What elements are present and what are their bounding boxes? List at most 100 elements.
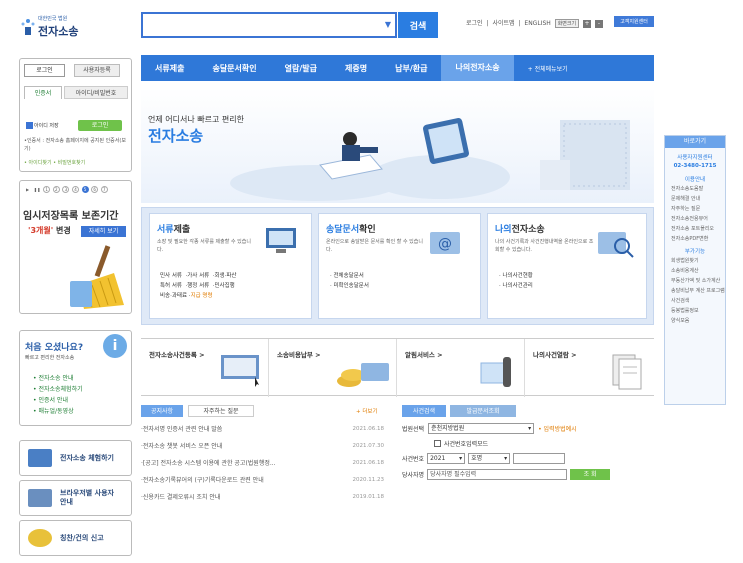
more-link[interactable]: + 더보기 xyxy=(356,407,378,415)
nav-item-my[interactable]: 나의전자소송 xyxy=(441,55,514,81)
nav-item-view[interactable]: 열람/발급 xyxy=(271,63,331,74)
link-cert-guide[interactable]: 인증서 안내 xyxy=(33,395,83,406)
remember-id-checkbox[interactable]: 아이디 저장 xyxy=(26,122,59,129)
alert-service-label: 알림서비스 > xyxy=(405,351,443,359)
case-view-link[interactable]: 나의사건열람 > xyxy=(525,339,654,397)
tab-notice[interactable]: 공지사항 xyxy=(141,405,183,417)
temp-banner-title: 임시저장목록 보존기간 xyxy=(23,211,119,222)
tab-login[interactable]: 로그인 xyxy=(24,64,65,77)
tab-case-search[interactable]: 사건검색 xyxy=(402,405,446,417)
extra-link[interactable]: 사건검색 xyxy=(665,296,725,306)
tab-user-register[interactable]: 사용자등록 xyxy=(74,64,120,77)
trial-button[interactable]: 전자소송 체험하기 xyxy=(19,440,132,476)
input-example-link[interactable]: • 입력방법예시 xyxy=(538,424,577,433)
helpdesk-button[interactable]: 고객지원센터 xyxy=(614,16,654,27)
tab-id-password[interactable]: 아이디/비밀번호 xyxy=(64,86,128,99)
search-button[interactable]: 검색 xyxy=(398,12,438,38)
party-input[interactable]: 당사자명 필수입력 xyxy=(427,468,568,480)
case-type-select[interactable]: 호명 ▾ xyxy=(468,452,511,464)
nav-item-payment[interactable]: 납부/환급 xyxy=(381,63,441,74)
tab-doc-lookup[interactable]: 발급문서조회 xyxy=(450,405,516,417)
browser-guide-button[interactable]: 브라우저별 사용자안내 xyxy=(19,480,132,516)
tab-certificate[interactable]: 인증서 xyxy=(24,86,62,99)
notice-date: 2021.07.30 xyxy=(352,442,385,449)
input-example-label: 입력방법예시 xyxy=(543,425,577,433)
usage-link[interactable]: 자주하는 질문 xyxy=(665,204,725,214)
link-family[interactable]: 가사 서류 xyxy=(187,273,209,279)
login-button[interactable]: 로그인 xyxy=(78,120,122,131)
pager-dot[interactable]: 2 xyxy=(52,186,60,193)
extra-link[interactable]: 등봉법률정보 xyxy=(665,306,725,316)
login-link[interactable]: 로그인 xyxy=(466,20,483,27)
chevron-down-icon[interactable]: ▼ xyxy=(385,20,391,29)
usage-link[interactable]: 전자소송PDF변환 xyxy=(665,234,725,244)
pager-dot[interactable]: 7 xyxy=(100,186,108,193)
link-execution[interactable]: 민사집행 xyxy=(215,283,235,289)
extra-link[interactable]: 소송비용계산 xyxy=(665,266,725,276)
service-title-rest: 전자소송 xyxy=(511,225,545,235)
link-payment-order[interactable]: 지급 명령 xyxy=(191,293,213,299)
pager-dot[interactable]: 6 xyxy=(91,186,99,193)
site-logo[interactable]: 대한민국 법원 전자소송 xyxy=(20,13,100,39)
temp-detail-button[interactable]: 자세히 보기 xyxy=(81,226,126,237)
nav-item-submit[interactable]: 서류제출 xyxy=(141,63,198,74)
chevron-down-icon: ▾ xyxy=(528,424,532,432)
case-no-mode-checkbox[interactable] xyxy=(434,439,441,447)
list-item[interactable]: ·[공고] 전자소송 시스템 이용에 관한 공고(법원행정... 2021.06.… xyxy=(141,454,384,471)
court-select[interactable]: 춘천지방법원 ▾ xyxy=(428,422,535,434)
list-item[interactable]: ·전자소송기록뷰어의 (구)기록다운로드 관련 안내 2020.11.23 xyxy=(141,471,384,488)
list-item[interactable]: ·신용카드 결제오류시 조치 안내 2019.01.18 xyxy=(141,488,384,505)
link-admin[interactable]: 행정 서류 xyxy=(187,283,209,289)
link-manual[interactable]: 매뉴얼/동영상 xyxy=(33,406,83,417)
link-all-delivered[interactable]: 전체송달문서 xyxy=(334,273,364,279)
link-civil[interactable]: 민사 서류 xyxy=(160,273,182,279)
quick-service-strip: 전자소송사건등록 > 소송비용납부 > 알림서비스 > 나의사건열람 > xyxy=(141,338,654,397)
link-unchecked-delivered[interactable]: 미확인송달문서 xyxy=(334,283,369,289)
usage-link[interactable]: 전자소송전용뷰어 xyxy=(665,214,725,224)
pager-dot[interactable]: 4 xyxy=(71,186,79,193)
link-my-manage[interactable]: 나의사건관리 xyxy=(503,283,533,289)
find-password-link[interactable]: • 비밀번호찾기 xyxy=(53,160,85,166)
temp-banner-subtitle: '3개월' 변경 xyxy=(28,225,71,236)
link-patent[interactable]: 특허 서류 xyxy=(160,283,182,289)
nav-item-delivery[interactable]: 송달문서확인 xyxy=(198,63,270,74)
pager-dot[interactable]: 3 xyxy=(62,186,70,193)
all-menu-link[interactable]: + 전체메뉴보기 xyxy=(514,64,582,73)
link-trial[interactable]: 전자소송체험하기 xyxy=(33,384,82,395)
case-search-button[interactable]: 조 회 xyxy=(570,468,611,480)
search-input[interactable]: ▼ xyxy=(141,12,397,38)
extra-link[interactable]: 양식모음 xyxy=(665,316,725,326)
year-select[interactable]: 2021 ▾ xyxy=(427,452,466,464)
prev-icon[interactable]: ▶ xyxy=(24,187,31,194)
case-no-input[interactable] xyxy=(513,452,566,464)
zoom-out-button[interactable]: - xyxy=(594,20,603,28)
my-links: · 나의사건현황 · 나의사건관리 xyxy=(499,273,533,289)
feedback-button[interactable]: 칭찬/건의 신고 xyxy=(19,520,132,556)
pause-icon[interactable]: ❚❚ xyxy=(34,187,41,194)
fee-payment-link[interactable]: 소송비용납부 > xyxy=(269,339,397,397)
extra-link[interactable]: 회생법원찾기 xyxy=(665,256,725,266)
first-visit-subtitle: 빠르고 편리한 전자소송 xyxy=(25,355,75,361)
zoom-in-button[interactable]: + xyxy=(583,20,592,28)
usage-link[interactable]: 전자소송도움말 xyxy=(665,184,725,194)
nav-item-cert[interactable]: 제증명 xyxy=(331,63,381,74)
sitemap-link[interactable]: 사이트맵 xyxy=(492,20,514,27)
extra-link[interactable]: 부동산가액 및 소가계산 xyxy=(665,276,725,286)
english-link[interactable]: ENGLISH xyxy=(524,20,550,27)
case-register-link[interactable]: 전자소송사건등록 > xyxy=(141,339,269,397)
alert-service-link[interactable]: 알림서비스 > xyxy=(397,339,525,397)
link-rehab[interactable]: 회생·파산 xyxy=(215,273,237,279)
list-item[interactable]: ·전자소송 챗봇 서비스 오픈 안내 2021.07.30 xyxy=(141,437,384,454)
tab-faq[interactable]: 자주하는 질문 xyxy=(188,405,254,417)
find-id-link[interactable]: • 아이디찾기 xyxy=(24,160,52,166)
usage-link[interactable]: 전자소송 포트폴리오 xyxy=(665,224,725,234)
link-nonlitigation[interactable]: 비송·과태료 xyxy=(160,293,187,299)
extra-link[interactable]: 송달비납부 계산 프로그램 xyxy=(665,286,725,296)
usage-link[interactable]: 문제해결 안내 xyxy=(665,194,725,204)
list-item[interactable]: ·전자서명 인증서 관련 안내 말씀 2021.06.18 xyxy=(141,420,384,437)
notice-title: ·전자소송기록뷰어의 (구)기록다운로드 관련 안내 xyxy=(141,477,264,484)
pager-dot[interactable]: 1 xyxy=(43,186,51,193)
pager-dot-active[interactable]: 5 xyxy=(81,186,89,193)
link-guide[interactable]: 전자소송 안내 xyxy=(33,373,83,384)
link-my-status[interactable]: 나의사건현황 xyxy=(503,273,533,279)
